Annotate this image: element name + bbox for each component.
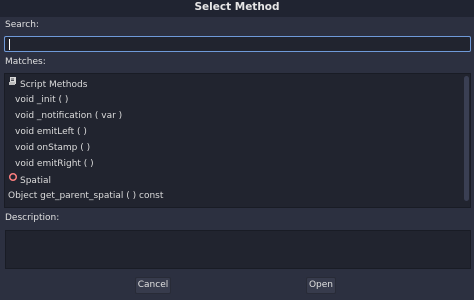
matches-list[interactable]: Script Methods void _init ( ) void _noti… <box>4 73 471 208</box>
method-item[interactable]: void emitLeft ( ) <box>5 124 463 140</box>
category-label: Spatial <box>20 175 51 186</box>
method-item[interactable]: void _notification ( var ) <box>5 108 463 124</box>
cancel-button[interactable]: Cancel <box>135 277 171 294</box>
method-item[interactable]: Object get_parent_spatial ( ) const <box>5 188 463 204</box>
description-box <box>5 230 471 269</box>
category-spatial[interactable]: Spatial <box>5 172 463 188</box>
text-caret <box>9 39 10 50</box>
category-label: Script Methods <box>20 79 88 90</box>
description-label: Description: <box>5 213 60 223</box>
method-item[interactable]: void onStamp ( ) <box>5 140 463 156</box>
search-input[interactable] <box>4 36 471 52</box>
scrollbar-grabber[interactable] <box>464 76 469 201</box>
search-label: Search: <box>5 20 39 30</box>
method-item[interactable]: void emitRight ( ) <box>5 156 463 172</box>
spatial-node-icon <box>8 172 18 188</box>
open-button[interactable]: Open <box>306 277 336 294</box>
category-script-methods[interactable]: Script Methods <box>5 76 463 92</box>
matches-label: Matches: <box>5 57 46 67</box>
dialog-title: Select Method <box>0 0 474 17</box>
matches-scrollbar[interactable] <box>464 76 469 204</box>
method-item[interactable]: void _init ( ) <box>5 92 463 108</box>
script-icon <box>8 76 18 92</box>
select-method-dialog: Select Method Search: Matches: Script Me… <box>0 0 474 300</box>
